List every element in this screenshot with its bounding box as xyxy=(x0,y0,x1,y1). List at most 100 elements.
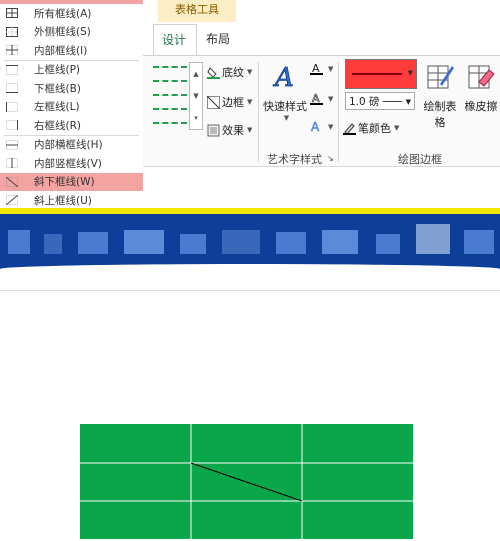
pen-style-dropdown[interactable]: ▼ xyxy=(345,59,417,89)
table-style-gallery[interactable] xyxy=(153,66,187,128)
scroll-down-icon[interactable]: ▼ xyxy=(190,85,202,107)
text-fill-button[interactable]: A ▼ xyxy=(310,62,333,75)
ribbon-body: ▲ ▼ ▾ 底纹 ▼ 边框 ▼ 效果 ▼ A 快速样式 ▼ A ▼ A ▼ A … xyxy=(143,56,500,167)
page-divider xyxy=(0,290,500,291)
green-table[interactable] xyxy=(80,424,413,539)
dialog-launcher-icon[interactable]: ↘ xyxy=(327,154,334,163)
draw-table-label: 绘制表格 xyxy=(423,100,457,129)
chevron-down-icon: ▼ xyxy=(247,68,253,76)
banner-pixel-block xyxy=(78,232,108,254)
paint-bucket-icon xyxy=(207,66,220,79)
inside-borders-icon xyxy=(6,45,18,56)
quick-styles-button[interactable]: A 快速样式 ▼ xyxy=(260,62,310,122)
eraser-label: 橡皮擦 xyxy=(464,100,498,113)
banner-pixel-block xyxy=(222,230,260,254)
text-outline-button[interactable]: A ▼ xyxy=(310,92,333,105)
quick-styles-label: 快速样式 xyxy=(263,100,307,113)
banner-pixel-block xyxy=(322,230,358,254)
eraser-button[interactable]: 橡皮擦 xyxy=(461,62,500,114)
tab-layout[interactable]: 布局 xyxy=(198,24,238,54)
menu-item-label: 内部竖框线(V) xyxy=(34,157,102,170)
group-separator xyxy=(338,62,339,162)
outside-borders-icon xyxy=(6,26,18,37)
banner-pixel-block xyxy=(44,234,62,254)
pen-color-label: 笔颜色 xyxy=(358,122,391,135)
diagonal-down-border-icon xyxy=(6,176,18,187)
tab-design[interactable]: 设计 xyxy=(153,24,197,55)
style-row xyxy=(153,108,187,118)
menu-item-left-border[interactable]: 左框线(L) xyxy=(0,98,143,117)
menu-item-top-border[interactable]: 上框线(P) xyxy=(0,61,143,80)
banner-pixel-block xyxy=(8,230,30,254)
pen-weight-dropdown[interactable]: 1.0 磅 ─── ▼ xyxy=(345,92,415,110)
menu-item-diagonal-up-border[interactable]: 斜上框线(U) xyxy=(0,191,143,210)
text-effects-button[interactable]: A ▼ xyxy=(310,120,334,135)
menu-item-inside-borders[interactable]: 内部框线(I) xyxy=(0,41,143,60)
svg-text:A: A xyxy=(311,120,320,133)
pen-icon xyxy=(343,122,356,135)
svg-text:A: A xyxy=(273,63,294,92)
menu-item-label: 下框线(B) xyxy=(34,82,81,95)
table-tools-context-header: 表格工具 xyxy=(158,0,236,22)
diagonal-up-border-icon xyxy=(6,195,18,206)
banner-pixel-block xyxy=(464,230,494,254)
right-border-icon xyxy=(6,120,18,131)
menu-item-label: 上框线(P) xyxy=(34,64,81,77)
menu-item-all-borders[interactable]: 所有框线(A) xyxy=(0,4,143,23)
draw-borders-group-label: 绘图边框 xyxy=(398,153,442,166)
menu-item-inside-vertical-border[interactable]: 内部竖框线(V) xyxy=(0,154,143,173)
chevron-down-icon: ▼ xyxy=(247,126,253,134)
effects-icon xyxy=(207,124,220,137)
group-separator xyxy=(258,62,259,162)
effects-label: 效果 xyxy=(222,124,244,137)
effects-button[interactable]: 效果 ▼ xyxy=(207,122,252,138)
menu-item-outside-borders[interactable]: 外侧框线(S) xyxy=(0,23,143,42)
top-border-icon xyxy=(6,64,18,75)
all-borders-icon xyxy=(6,8,18,19)
banner-pixel-block xyxy=(180,234,206,254)
scroll-up-icon[interactable]: ▲ xyxy=(190,63,202,85)
blurred-banner-image xyxy=(0,208,500,272)
pen-style-line xyxy=(352,73,402,75)
chevron-down-icon: ▼ xyxy=(328,64,334,73)
draw-table-icon xyxy=(426,62,454,92)
menu-item-bottom-border[interactable]: 下框线(B) xyxy=(0,79,143,98)
banner-pixel-block xyxy=(124,230,164,254)
left-border-icon xyxy=(6,101,18,112)
gallery-more-icon[interactable]: ▾ xyxy=(190,107,202,129)
shading-button[interactable]: 底纹 ▼ xyxy=(207,64,252,80)
eraser-icon xyxy=(467,62,495,92)
menu-item-diagonal-down-border[interactable]: 斜下框线(W) xyxy=(0,172,143,191)
menu-item-label: 斜上框线(U) xyxy=(34,194,92,207)
gallery-scroll[interactable]: ▲ ▼ ▾ xyxy=(189,62,203,130)
draw-table-button[interactable]: 绘制表格 xyxy=(420,62,460,130)
banner-pixel-block xyxy=(376,234,400,254)
border-dropdown-menu: 所有框线(A) 外侧框线(S) 内部框线(I) 上框线(P) 下框线(B) 左框… xyxy=(0,0,144,209)
banner-pixel-block xyxy=(416,224,450,254)
banner-pixel-block xyxy=(276,232,306,254)
wordart-group-label: 艺术字样式 xyxy=(267,153,322,166)
text-effects-icon: A xyxy=(310,120,323,135)
menu-item-label: 所有框线(A) xyxy=(34,7,92,20)
bottom-border-icon xyxy=(6,83,18,94)
banner-bottom-curve xyxy=(0,264,500,272)
menu-item-label: 内部横框线(H) xyxy=(34,139,103,152)
diagonal-border-icon xyxy=(206,95,221,109)
style-row xyxy=(153,80,187,90)
shading-label: 底纹 xyxy=(222,66,244,79)
menu-item-inside-horizontal-border[interactable]: 内部横框线(H) xyxy=(0,136,143,155)
menu-item-label: 斜下框线(W) xyxy=(34,176,95,189)
menu-item-label: 内部框线(I) xyxy=(34,44,88,57)
menu-item-right-border[interactable]: 右框线(R) xyxy=(0,116,143,135)
menu-item-label: 右框线(R) xyxy=(34,119,81,132)
text-outline-icon: A xyxy=(310,92,323,105)
inside-vertical-border-icon xyxy=(6,158,18,169)
inside-horizontal-border-icon xyxy=(6,139,18,150)
style-row xyxy=(153,122,187,132)
style-row xyxy=(153,94,187,104)
chevron-down-icon: ▼ xyxy=(328,94,334,103)
pen-color-button[interactable]: 笔颜色 ▼ xyxy=(343,120,399,136)
borders-button[interactable]: 边框 ▼ xyxy=(206,94,253,110)
chevron-down-icon: ▼ xyxy=(247,98,253,106)
wordart-a-icon: A xyxy=(271,62,299,94)
